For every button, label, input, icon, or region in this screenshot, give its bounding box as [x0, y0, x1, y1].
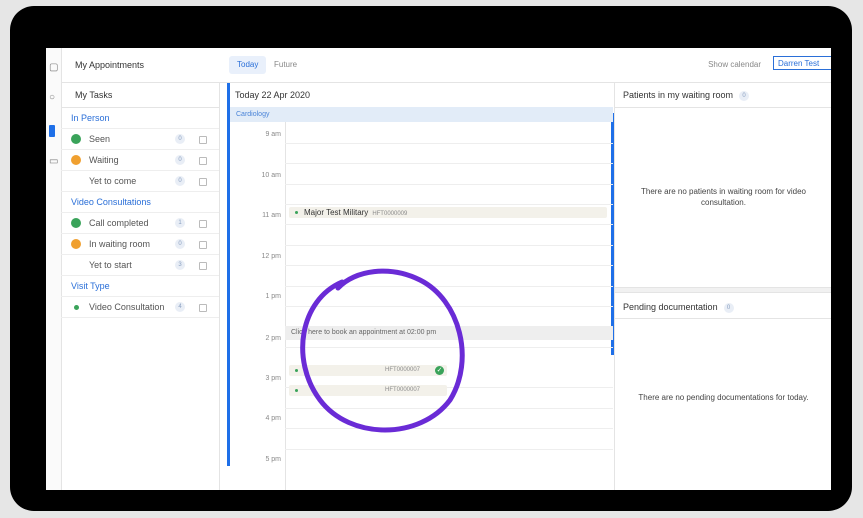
tab-today[interactable]: Today — [229, 56, 267, 74]
task-label: Yet to come — [89, 176, 137, 186]
task-in-waiting-room[interactable]: In waiting room 0 — [61, 234, 219, 255]
count-badge: 0 — [175, 239, 185, 249]
calendar-select[interactable]: Darren Test — [773, 56, 831, 70]
time-label: 11 am — [262, 212, 281, 219]
count-badge: 4 — [175, 302, 185, 312]
pending-header: Pending documentation 0 — [615, 295, 831, 319]
tasks-title: My Tasks — [61, 83, 219, 108]
slot-divider — [285, 428, 613, 429]
task-waiting[interactable]: Waiting 0 — [61, 150, 219, 171]
slot-divider — [285, 224, 613, 225]
waiting-room-title: Patients in my waiting room — [623, 90, 734, 100]
schedule-panel: Today 22 Apr 2020 Cardiology 9 am 10 am … — [227, 83, 614, 490]
count-badge: 0 — [723, 302, 734, 313]
page-title: My Appointments — [75, 60, 145, 70]
appointment-item[interactable]: Major Test Military HFT0000009 — [289, 207, 607, 218]
appointment-id: HFT0000007 — [385, 367, 421, 373]
time-label: 9 am — [265, 131, 281, 138]
user-icon[interactable]: ○ — [49, 92, 55, 103]
appointment-item[interactable]: HFT0000007 ✓ — [289, 365, 447, 376]
slot-divider — [285, 184, 613, 185]
pending-empty-text: There are no pending documentations for … — [638, 393, 809, 402]
time-label: 1 pm — [265, 293, 281, 300]
checkbox[interactable] — [199, 157, 207, 165]
checkbox[interactable] — [199, 241, 207, 249]
slot-divider — [285, 265, 613, 266]
time-column: 9 am 10 am 11 am 12 pm 1 pm 2 pm 3 pm 4 … — [230, 122, 286, 490]
status-dot-icon — [295, 368, 298, 372]
top-bar: My Appointments Today Future Show calend… — [61, 48, 831, 83]
active-nav-indicator[interactable] — [49, 125, 55, 137]
time-label: 4 pm — [265, 415, 281, 422]
department-header: Cardiology — [230, 107, 613, 122]
app-screen: ▢ ○ ▭ My Appointments Today Future Show … — [46, 48, 831, 490]
slot-divider — [285, 449, 613, 450]
clock-icon — [71, 155, 81, 165]
check-icon: ✓ — [435, 366, 444, 375]
checkbox[interactable] — [199, 304, 207, 312]
task-label: Seen — [89, 134, 111, 144]
appointment-name: Major Test Military — [304, 208, 369, 217]
tasks-panel: My Tasks In Person Seen 0 Waiting 0 Yet … — [61, 83, 220, 490]
icon-rail: ▢ ○ ▭ — [46, 48, 62, 490]
slot-divider — [285, 245, 613, 246]
waiting-room-header: Patients in my waiting room 0 — [615, 83, 831, 108]
task-yet-to-start[interactable]: Yet to start 3 — [61, 255, 219, 276]
status-dot-icon — [74, 305, 79, 310]
time-label: 3 pm — [265, 375, 281, 382]
schedule-date-title: Today 22 Apr 2020 — [235, 83, 613, 108]
slot-divider — [285, 204, 613, 205]
appointment-item[interactable]: HFT0000007 — [289, 385, 447, 396]
task-label: In waiting room — [89, 239, 151, 249]
book-appointment-slot[interactable]: Click here to book an appointment at 02:… — [285, 326, 613, 340]
slot-divider — [285, 306, 613, 307]
time-label: 5 pm — [265, 456, 281, 463]
time-label: 2 pm — [265, 335, 281, 342]
slot-divider — [285, 347, 613, 348]
count-badge: 0 — [175, 134, 185, 144]
appointment-id: HFT0000007 — [385, 387, 421, 393]
task-yet-to-come[interactable]: Yet to come 0 — [61, 171, 219, 192]
panel-divider — [615, 287, 831, 293]
checkbox[interactable] — [199, 262, 207, 270]
clock-icon — [71, 239, 81, 249]
group-in-person: In Person — [61, 108, 219, 129]
slot-divider — [285, 143, 613, 144]
slot-divider — [285, 286, 613, 287]
show-calendar-label: Show calendar — [708, 60, 761, 69]
check-icon — [71, 218, 81, 228]
calendar-icon[interactable]: ▢ — [49, 62, 58, 73]
group-video-consultations: Video Consultations — [61, 192, 219, 213]
appointment-id: HFT0000009 — [372, 211, 408, 217]
right-panel: Patients in my waiting room 0 There are n… — [614, 83, 831, 490]
pending-title: Pending documentation — [623, 302, 718, 312]
slot-divider — [285, 408, 613, 409]
document-icon[interactable]: ▭ — [49, 156, 58, 167]
task-label: Yet to start — [89, 260, 132, 270]
count-badge: 3 — [175, 260, 185, 270]
tab-future[interactable]: Future — [266, 56, 305, 74]
task-call-completed[interactable]: Call completed 1 — [61, 213, 219, 234]
checkbox[interactable] — [199, 136, 207, 144]
time-label: 10 am — [261, 172, 281, 179]
count-badge: 0 — [175, 155, 185, 165]
group-visit-type: Visit Type — [61, 276, 219, 297]
task-label: Waiting — [89, 155, 119, 165]
check-icon — [71, 134, 81, 144]
count-badge: 0 — [739, 90, 750, 101]
checkbox[interactable] — [199, 220, 207, 228]
task-label: Video Consultation — [89, 302, 165, 312]
task-video-consultation[interactable]: Video Consultation 4 — [61, 297, 219, 318]
status-dot-icon — [295, 388, 298, 392]
task-label: Call completed — [89, 218, 149, 228]
status-dot-icon — [295, 210, 298, 214]
task-seen[interactable]: Seen 0 — [61, 129, 219, 150]
checkbox[interactable] — [199, 178, 207, 186]
time-label: 12 pm — [261, 253, 281, 260]
slot-divider — [285, 163, 613, 164]
waiting-room-empty-text: There are no patients in waiting room fo… — [641, 187, 806, 207]
count-badge: 1 — [175, 218, 185, 228]
count-badge: 0 — [175, 176, 185, 186]
